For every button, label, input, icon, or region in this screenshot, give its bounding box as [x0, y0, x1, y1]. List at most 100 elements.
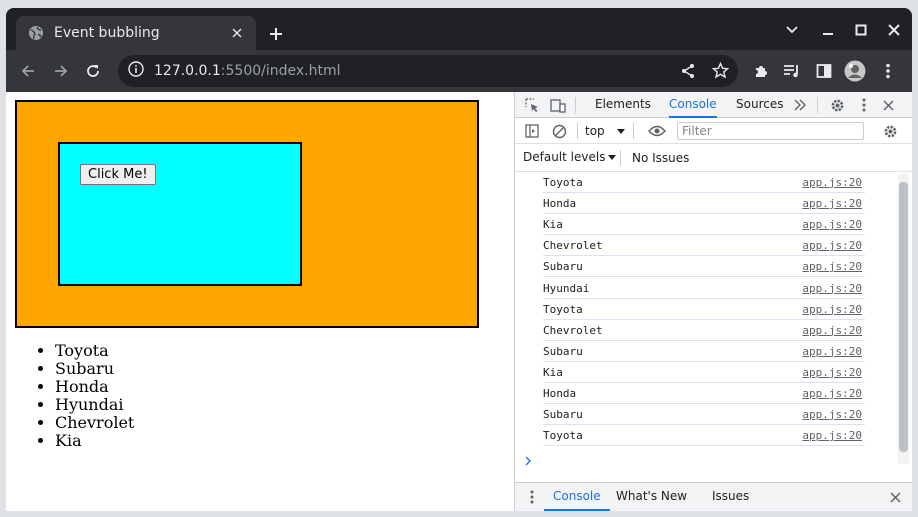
tab-sources[interactable]: Sources — [736, 92, 783, 118]
log-source-link[interactable]: app.js:20 — [802, 303, 862, 316]
extensions-icon[interactable] — [747, 57, 775, 85]
console-log-row: Chevrolet app.js:20 — [543, 235, 865, 257]
context-label: top — [585, 124, 605, 138]
console-log-row: Chevrolet app.js:20 — [543, 320, 865, 341]
list-item[interactable]: Toyota — [55, 342, 134, 360]
tab-console[interactable]: Console — [669, 92, 717, 118]
inspect-element-icon[interactable] — [521, 94, 543, 116]
log-source-link[interactable]: app.js:20 — [802, 324, 862, 337]
log-message: Kia — [543, 218, 563, 232]
close-devtools-icon[interactable] — [877, 94, 899, 116]
log-message: Subaru — [543, 260, 583, 274]
log-source-link[interactable]: app.js:20 — [802, 218, 862, 231]
log-message: Honda — [543, 387, 577, 400]
outer-box[interactable]: Click Me! — [15, 100, 479, 328]
reload-icon[interactable] — [79, 57, 107, 85]
log-message: Chevrolet — [543, 239, 603, 253]
list-item[interactable]: Chevrolet — [55, 414, 134, 432]
profile-avatar[interactable] — [841, 57, 869, 85]
settings-gear-icon[interactable] — [826, 94, 848, 116]
more-tabs-icon[interactable] — [789, 94, 811, 116]
car-list: Toyota Subaru Honda Hyundai Chevrolet Ki… — [55, 342, 134, 450]
drawer-tab-whats-new[interactable]: What's New — [616, 483, 687, 511]
close-window-icon[interactable] — [880, 18, 908, 42]
console-scrollbar[interactable] — [898, 174, 909, 464]
log-levels-bar: Default levels No Issues — [515, 144, 912, 172]
log-message: Honda — [543, 197, 577, 211]
dropdown-caret-icon — [608, 150, 617, 164]
share-icon[interactable] — [680, 63, 696, 83]
console-log-row: Kia app.js:20 — [543, 362, 865, 383]
issues-counter[interactable]: No Issues — [632, 151, 689, 165]
log-source-link[interactable]: app.js:20 — [802, 387, 862, 400]
customize-kebab-icon[interactable] — [853, 94, 875, 116]
log-message: Toyota — [543, 429, 583, 443]
content-area: Click Me! Toyota Subaru Honda Hyundai Ch… — [6, 92, 912, 511]
log-source-link[interactable]: app.js:20 — [802, 197, 862, 210]
context-selector[interactable]: top — [585, 122, 625, 140]
show-sidebar-icon[interactable] — [521, 120, 543, 142]
site-info-icon[interactable] — [128, 61, 144, 81]
minimize-icon[interactable] — [814, 18, 842, 42]
browser-window: Event bubbling 127.0.0.1:5500/index.html… — [6, 8, 912, 511]
default-levels-dropdown[interactable]: Default levels — [523, 150, 617, 164]
separator — [620, 150, 621, 166]
console-log-row: Toyota app.js:20 — [543, 299, 865, 320]
filter-input[interactable] — [677, 122, 864, 140]
scrollbar-thumb[interactable] — [899, 182, 908, 452]
log-source-link[interactable]: app.js:20 — [802, 429, 862, 442]
log-source-link[interactable]: app.js:20 — [802, 282, 862, 295]
separator — [575, 97, 576, 113]
drawer-tab-console[interactable]: Console — [544, 483, 610, 511]
separator — [633, 123, 634, 139]
console-log-row: Subaru app.js:20 — [543, 341, 865, 362]
drawer-tab-bar: Console What's New Issues — [515, 482, 912, 511]
side-panel-icon[interactable] — [810, 57, 838, 85]
back-icon[interactable] — [14, 57, 42, 85]
list-item[interactable]: Kia — [55, 432, 134, 450]
click-me-button[interactable]: Click Me! — [80, 164, 156, 185]
menu-kebab-icon[interactable] — [874, 57, 902, 85]
log-message: Subaru — [543, 344, 583, 358]
tab-search-icon[interactable] — [778, 18, 806, 42]
device-toolbar-icon[interactable] — [547, 94, 569, 116]
console-log-row: Honda app.js:20 — [543, 193, 865, 215]
log-source-link[interactable]: app.js:20 — [802, 408, 862, 421]
log-source-link[interactable]: app.js:20 — [802, 176, 862, 189]
tab-elements[interactable]: Elements — [595, 92, 651, 118]
close-tab-icon[interactable] — [228, 24, 246, 42]
console-log-row: Toyota app.js:20 — [543, 172, 865, 193]
log-message: Toyota — [543, 302, 583, 316]
list-item[interactable]: Honda — [55, 378, 134, 396]
log-source-link[interactable]: app.js:20 — [802, 260, 862, 273]
close-drawer-icon[interactable] — [884, 486, 906, 508]
log-message: Hyundai — [543, 281, 590, 295]
dropdown-caret-icon — [616, 124, 625, 138]
log-message: Kia — [543, 365, 563, 379]
media-queue-icon[interactable] — [778, 57, 806, 85]
browser-tab[interactable]: Event bubbling — [16, 16, 256, 50]
list-item[interactable]: Hyundai — [55, 396, 134, 414]
log-source-link[interactable]: app.js:20 — [802, 345, 862, 358]
separator — [817, 97, 818, 113]
maximize-icon[interactable] — [847, 18, 875, 42]
inner-box[interactable]: Click Me! — [58, 142, 302, 286]
console-settings-gear-icon[interactable] — [879, 120, 901, 142]
log-message: Subaru — [543, 408, 583, 422]
log-message: Chevrolet — [543, 323, 603, 337]
web-page: Click Me! Toyota Subaru Honda Hyundai Ch… — [6, 92, 514, 511]
log-source-link[interactable]: app.js:20 — [802, 239, 862, 252]
tab-title: Event bubbling — [54, 25, 160, 41]
bookmark-star-icon[interactable] — [711, 61, 730, 83]
log-source-link[interactable]: app.js:20 — [802, 366, 862, 379]
address-bar[interactable]: 127.0.0.1:5500/index.html — [118, 55, 738, 87]
list-item[interactable]: Subaru — [55, 360, 134, 378]
new-tab-icon[interactable] — [264, 22, 288, 46]
clear-console-icon[interactable] — [548, 120, 570, 142]
console-prompt-icon[interactable] — [525, 455, 532, 469]
drawer-tab-issues[interactable]: Issues — [712, 483, 749, 511]
console-log-row: Honda app.js:20 — [543, 383, 865, 404]
forward-icon[interactable] — [47, 57, 75, 85]
live-expression-eye-icon[interactable] — [646, 120, 668, 142]
drawer-menu-kebab-icon[interactable] — [521, 486, 543, 508]
